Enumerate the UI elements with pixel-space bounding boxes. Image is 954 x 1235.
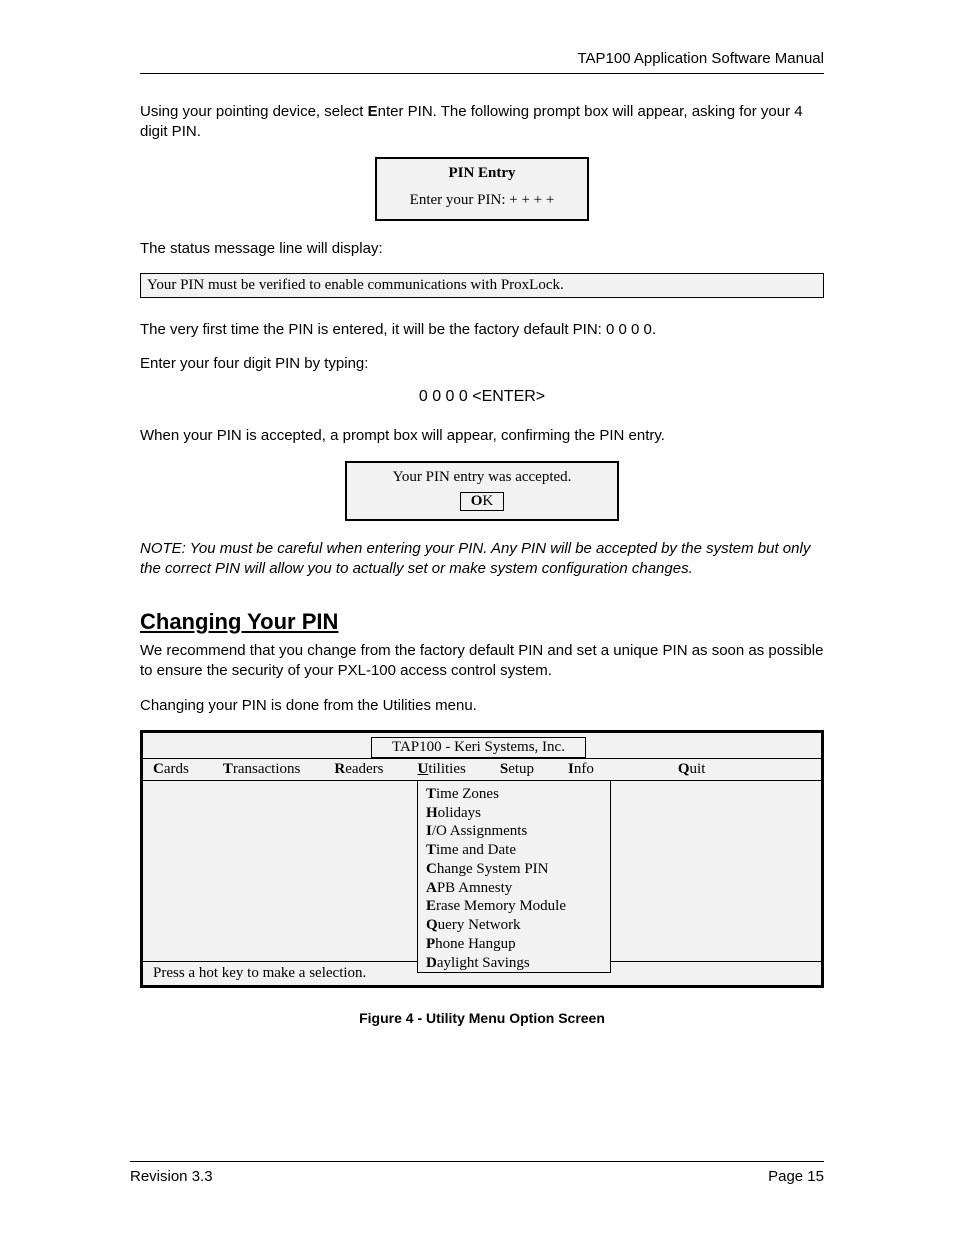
hotkey-letter: U xyxy=(418,761,429,777)
dropdown-item[interactable]: Holidays xyxy=(426,804,596,823)
footer-rule xyxy=(130,1161,824,1162)
utilities-dropdown: Time ZonesHolidaysI/O AssignmentsTime an… xyxy=(417,781,611,974)
dropdown-item[interactable]: I/O Assignments xyxy=(426,822,596,841)
dropdown-item[interactable]: Time Zones xyxy=(426,785,596,804)
menu-cards[interactable]: Cards xyxy=(153,761,207,778)
pin-accepted-dialog: Your PIN entry was accepted. OK xyxy=(345,461,619,521)
changing-pin-body2: Changing your PIN is done from the Utili… xyxy=(140,696,824,716)
text: ards xyxy=(164,761,189,777)
note-paragraph: NOTE: You must be careful when entering … xyxy=(140,539,824,580)
hotkey-letter: S xyxy=(500,761,508,777)
hotkey-letter: C xyxy=(153,761,164,777)
manual-page: TAP100 Application Software Manual Using… xyxy=(0,0,954,1235)
figure-caption: Figure 4 - Utility Menu Option Screen xyxy=(140,1010,824,1026)
dropdown-item[interactable]: Phone Hangup xyxy=(426,935,596,954)
default-pin-paragraph: The very first time the PIN is entered, … xyxy=(140,320,824,340)
text: aylight Savings xyxy=(437,955,530,971)
menu-setup[interactable]: Setup xyxy=(500,761,552,778)
text: hone Hangup xyxy=(435,936,515,952)
pin-entry-title: PIN Entry xyxy=(377,165,587,182)
hotkey-letter: Q xyxy=(678,761,690,777)
menu-transactions[interactable]: Transactions xyxy=(223,761,319,778)
window-title: TAP100 - Keri Systems, Inc. xyxy=(371,737,586,758)
text: etup xyxy=(508,761,534,777)
text: /O Assignments xyxy=(432,823,527,839)
dropdown-item[interactable]: APB Amnesty xyxy=(426,879,596,898)
hotkey-letter: T xyxy=(426,786,436,802)
header-rule xyxy=(140,73,824,74)
hotkey-letter: E xyxy=(426,898,436,914)
menu-bar: Cards Transactions Readers Utilities Set… xyxy=(143,758,821,781)
utility-menu-window: TAP100 - Keri Systems, Inc. Cards Transa… xyxy=(140,730,824,988)
dropdown-item[interactable]: Change System PIN xyxy=(426,860,596,879)
text: uery Network xyxy=(438,917,521,933)
status-intro: The status message line will display: xyxy=(140,239,824,259)
hotkey-letter: H xyxy=(426,805,438,821)
ok-button[interactable]: OK xyxy=(460,492,505,511)
hotkey-letter: C xyxy=(426,861,437,877)
hotkey-letter: T xyxy=(426,842,436,858)
text: Using your pointing device, select xyxy=(140,103,368,120)
menu-utilities[interactable]: Utilities xyxy=(418,761,484,778)
text: tilities xyxy=(428,761,466,777)
intro-paragraph: Using your pointing device, select Enter… xyxy=(140,102,824,143)
dropdown-item[interactable]: Query Network xyxy=(426,916,596,935)
pin-entry-prompt: Enter your PIN: + + + + xyxy=(377,192,587,209)
pin-accepted-intro: When your PIN is accepted, a prompt box … xyxy=(140,426,824,446)
text: eaders xyxy=(345,761,383,777)
page-footer: Revision 3.3 Page 15 xyxy=(130,1161,824,1185)
hotkey-letter: O xyxy=(471,493,483,509)
revision-label: Revision 3.3 xyxy=(130,1168,213,1185)
dropdown-item[interactable]: Erase Memory Module xyxy=(426,897,596,916)
pin-accepted-message: Your PIN entry was accepted. xyxy=(347,469,617,486)
hotkey-letter: T xyxy=(223,761,233,777)
text: uit xyxy=(690,761,706,777)
menu-info[interactable]: Info xyxy=(568,761,612,778)
text: PB Amnesty xyxy=(437,880,512,896)
keystroke-example: 0 0 0 0 <ENTER> xyxy=(140,388,824,406)
hotkey-letter: R xyxy=(334,761,345,777)
section-heading-changing-pin: Changing Your PIN xyxy=(140,609,824,635)
status-message-bar: Your PIN must be verified to enable comm… xyxy=(140,273,824,298)
text: olidays xyxy=(438,805,481,821)
text: ime Zones xyxy=(436,786,499,802)
text: K xyxy=(482,493,493,509)
hotkey-letter: D xyxy=(426,955,437,971)
hotkey-letter: P xyxy=(426,936,435,952)
menu-readers[interactable]: Readers xyxy=(334,761,401,778)
text: rase Memory Module xyxy=(436,898,566,914)
page-number: Page 15 xyxy=(768,1168,824,1185)
changing-pin-body: We recommend that you change from the fa… xyxy=(140,641,824,682)
hotkey-letter: E xyxy=(368,103,378,120)
text: ransactions xyxy=(233,761,300,777)
pin-entry-dialog: PIN Entry Enter your PIN: + + + + xyxy=(375,157,589,221)
hotkey-letter: A xyxy=(426,880,437,896)
text: nfo xyxy=(574,761,594,777)
dropdown-item[interactable]: Daylight Savings xyxy=(426,954,596,973)
hotkey-letter: Q xyxy=(426,917,438,933)
text: hange System PIN xyxy=(437,861,549,877)
enter-pin-instruction: Enter your four digit PIN by typing: xyxy=(140,354,824,374)
dropdown-area: Time ZonesHolidaysI/O AssignmentsTime an… xyxy=(143,781,821,961)
text: ime and Date xyxy=(436,842,516,858)
dropdown-item[interactable]: Time and Date xyxy=(426,841,596,860)
running-header: TAP100 Application Software Manual xyxy=(140,50,824,67)
menu-quit[interactable]: Quit xyxy=(678,761,724,778)
title-row: TAP100 - Keri Systems, Inc. xyxy=(143,733,821,758)
